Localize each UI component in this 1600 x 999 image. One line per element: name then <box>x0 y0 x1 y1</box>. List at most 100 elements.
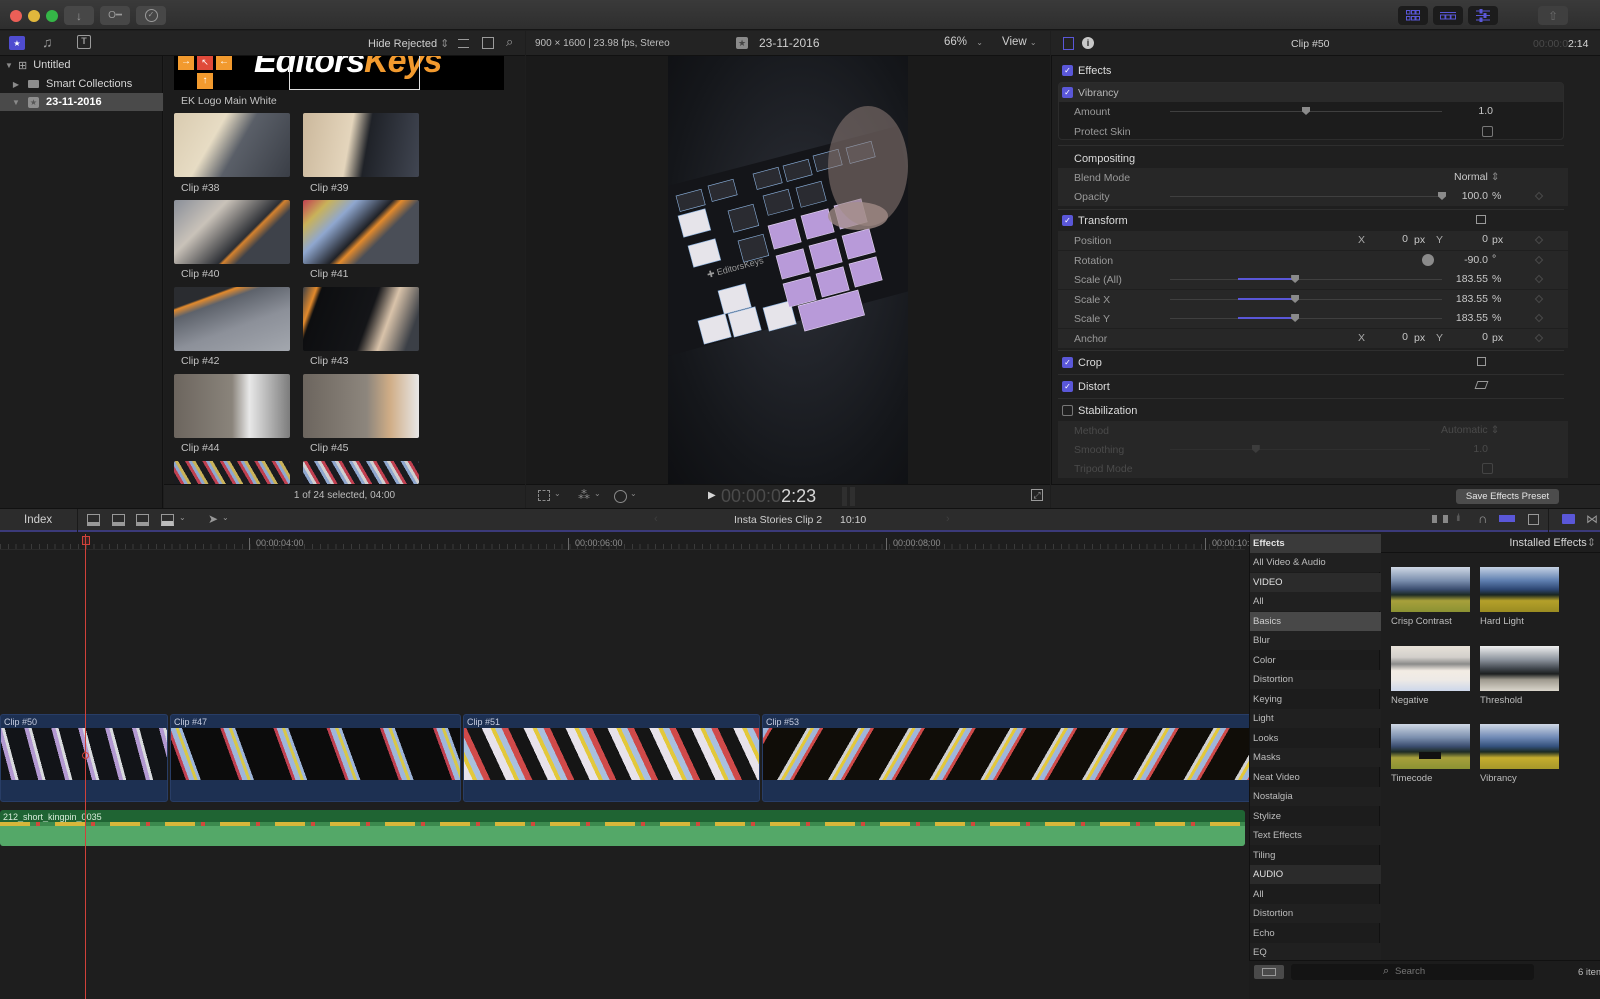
effect-thumbnail[interactable] <box>1480 567 1559 612</box>
scale-all-slider[interactable] <box>1170 279 1442 280</box>
effects-checkbox[interactable]: ✓ <box>1062 65 1073 76</box>
filmstrip-view-icon[interactable] <box>482 37 494 49</box>
distort-onscreen-icon[interactable] <box>1474 381 1489 389</box>
crop-onscreen-icon[interactable] <box>1477 357 1486 366</box>
retime-speedometer-icon[interactable] <box>614 490 627 503</box>
close-window-button[interactable] <box>10 10 22 22</box>
scale-y-value[interactable]: 183.55 <box>1438 312 1488 324</box>
anchor-y-value[interactable]: 0 <box>1458 331 1488 343</box>
effect-thumbnail[interactable] <box>1391 646 1470 691</box>
keyframe-icon[interactable] <box>1534 255 1544 265</box>
share-button[interactable]: ⇧ <box>1538 6 1568 25</box>
background-tasks-button[interactable]: ✓ <box>136 6 166 25</box>
effects-category-item[interactable]: Distortion <box>1250 904 1381 923</box>
tripod-mode-checkbox[interactable] <box>1482 463 1493 474</box>
slider-knob[interactable] <box>1291 295 1300 303</box>
audio-skimming-icon[interactable]: ıılı <box>1456 513 1460 524</box>
effects-category-item[interactable]: Distortion <box>1250 670 1381 689</box>
keywords-button[interactable]: O━ <box>100 6 130 25</box>
effects-category-item[interactable]: Nostalgia <box>1250 787 1381 806</box>
protect-skin-checkbox[interactable] <box>1482 126 1493 137</box>
clip-appearance-icon[interactable] <box>1432 515 1448 523</box>
effects-category-item[interactable]: Blur <box>1250 631 1381 650</box>
import-button[interactable]: ↓ <box>64 6 94 25</box>
smoothing-value[interactable]: 1.0 <box>1438 443 1488 455</box>
show-timeline-button[interactable] <box>1433 6 1463 25</box>
show-browser-button[interactable] <box>1398 6 1428 25</box>
clip-thumbnail[interactable] <box>174 374 290 438</box>
effect-thumbnail[interactable] <box>1480 646 1559 691</box>
opacity-slider[interactable] <box>1170 196 1442 197</box>
headphones-icon[interactable]: ∩ <box>1478 511 1487 526</box>
stabilization-checkbox[interactable] <box>1062 405 1073 416</box>
effect-thumbnail[interactable] <box>1391 724 1470 769</box>
zoom-window-button[interactable] <box>46 10 58 22</box>
list-view-icon[interactable] <box>458 39 469 48</box>
clip-thumbnail[interactable] <box>303 200 419 264</box>
keyframe-icon[interactable] <box>1534 191 1544 201</box>
photos-audio-icon[interactable]: ♫ <box>42 34 53 50</box>
effects-category-item[interactable]: Looks <box>1250 729 1381 748</box>
clip-thumbnail[interactable] <box>174 287 290 351</box>
anchor-x-value[interactable]: 0 <box>1378 331 1408 343</box>
timeline-index-button[interactable]: Index <box>24 514 52 526</box>
clip-thumbnail[interactable] <box>303 374 419 438</box>
slider-knob[interactable] <box>1251 445 1260 453</box>
snapping-icon[interactable] <box>1499 515 1515 522</box>
effect-thumbnail[interactable] <box>1480 724 1559 769</box>
view-menu[interactable]: View ⌄ <box>1002 36 1037 48</box>
append-clip-icon[interactable] <box>136 514 149 526</box>
effects-category-item[interactable]: All <box>1250 592 1381 611</box>
overwrite-clip-icon[interactable] <box>161 514 174 526</box>
chevron-down-icon[interactable]: ⌄ <box>630 489 637 498</box>
effects-browser-icon[interactable] <box>1562 514 1575 524</box>
minimize-window-button[interactable] <box>28 10 40 22</box>
video-preview[interactable]: ✚ EditorsKeys <box>668 56 908 484</box>
show-inspector-button[interactable] <box>1468 6 1498 25</box>
effects-category-item[interactable]: All Video & Audio <box>1250 553 1381 572</box>
effects-search-field[interactable]: ⌕ <box>1291 964 1534 980</box>
scale-all-value[interactable]: 183.55 <box>1438 273 1488 285</box>
crop-checkbox[interactable]: ✓ <box>1062 357 1073 368</box>
effects-category-item[interactable]: Text Effects <box>1250 826 1381 845</box>
blend-mode-dropdown[interactable]: Normal ⇕ <box>1454 171 1500 183</box>
scale-x-slider[interactable] <box>1170 299 1442 300</box>
effects-category-item[interactable]: Color <box>1250 651 1381 670</box>
info-icon[interactable]: i <box>1082 37 1094 49</box>
sidebar-item-library[interactable]: ▼ ⊞ Untitled <box>0 56 163 74</box>
history-back-icon[interactable]: ‹ <box>654 513 658 525</box>
timeline-clip[interactable]: Clip #47 <box>170 714 461 802</box>
transform-checkbox[interactable]: ✓ <box>1062 215 1073 226</box>
scale-x-value[interactable]: 183.55 <box>1438 293 1488 305</box>
clip-thumbnail[interactable] <box>174 461 290 484</box>
clip-thumbnail[interactable] <box>174 200 290 264</box>
chevron-down-icon[interactable]: ⌄ <box>554 489 561 498</box>
scale-y-slider[interactable] <box>1170 318 1442 319</box>
keyframe-icon[interactable] <box>1534 313 1544 323</box>
distort-checkbox[interactable]: ✓ <box>1062 381 1073 392</box>
viewer-timecode[interactable]: 00:00:02:23 <box>721 486 816 507</box>
timeline-clip[interactable]: Clip #51 <box>463 714 760 802</box>
effects-category-item[interactable]: Echo <box>1250 924 1381 943</box>
enhancements-wand-icon[interactable]: ⁂ <box>578 488 590 502</box>
disclosure-open-icon[interactable]: ▼ <box>2 61 16 70</box>
rotation-value[interactable]: -90.0 <box>1438 254 1488 266</box>
chevron-down-icon[interactable]: ⌄ <box>594 489 601 498</box>
search-icon[interactable]: ⌕ <box>506 34 513 50</box>
keyframe-icon[interactable] <box>1534 294 1544 304</box>
keyframe-icon[interactable] <box>1534 235 1544 245</box>
disclosure-closed-icon[interactable]: ▶ <box>9 80 23 89</box>
effects-category-item[interactable]: Stylize <box>1250 807 1381 826</box>
sidebar-item-event[interactable]: ▼ ★ 23-11-2016 <box>0 93 163 111</box>
method-dropdown[interactable]: Automatic ⇕ <box>1441 424 1499 436</box>
keyframe-icon[interactable] <box>1534 333 1544 343</box>
save-effects-preset-button[interactable]: Save Effects Preset <box>1456 489 1559 504</box>
disclosure-open-icon[interactable]: ▼ <box>9 98 23 107</box>
clip-filter-dropdown[interactable]: Hide Rejected ⇕ <box>368 37 449 50</box>
sidebar-toggle-button[interactable] <box>1254 965 1284 979</box>
slider-knob[interactable] <box>1291 314 1300 322</box>
select-tool-icon[interactable]: ➤ <box>208 512 218 526</box>
effects-category-item[interactable]: Tiling <box>1250 846 1381 865</box>
play-button[interactable]: ▶ <box>708 490 716 501</box>
titles-generators-icon[interactable]: T <box>77 35 91 49</box>
